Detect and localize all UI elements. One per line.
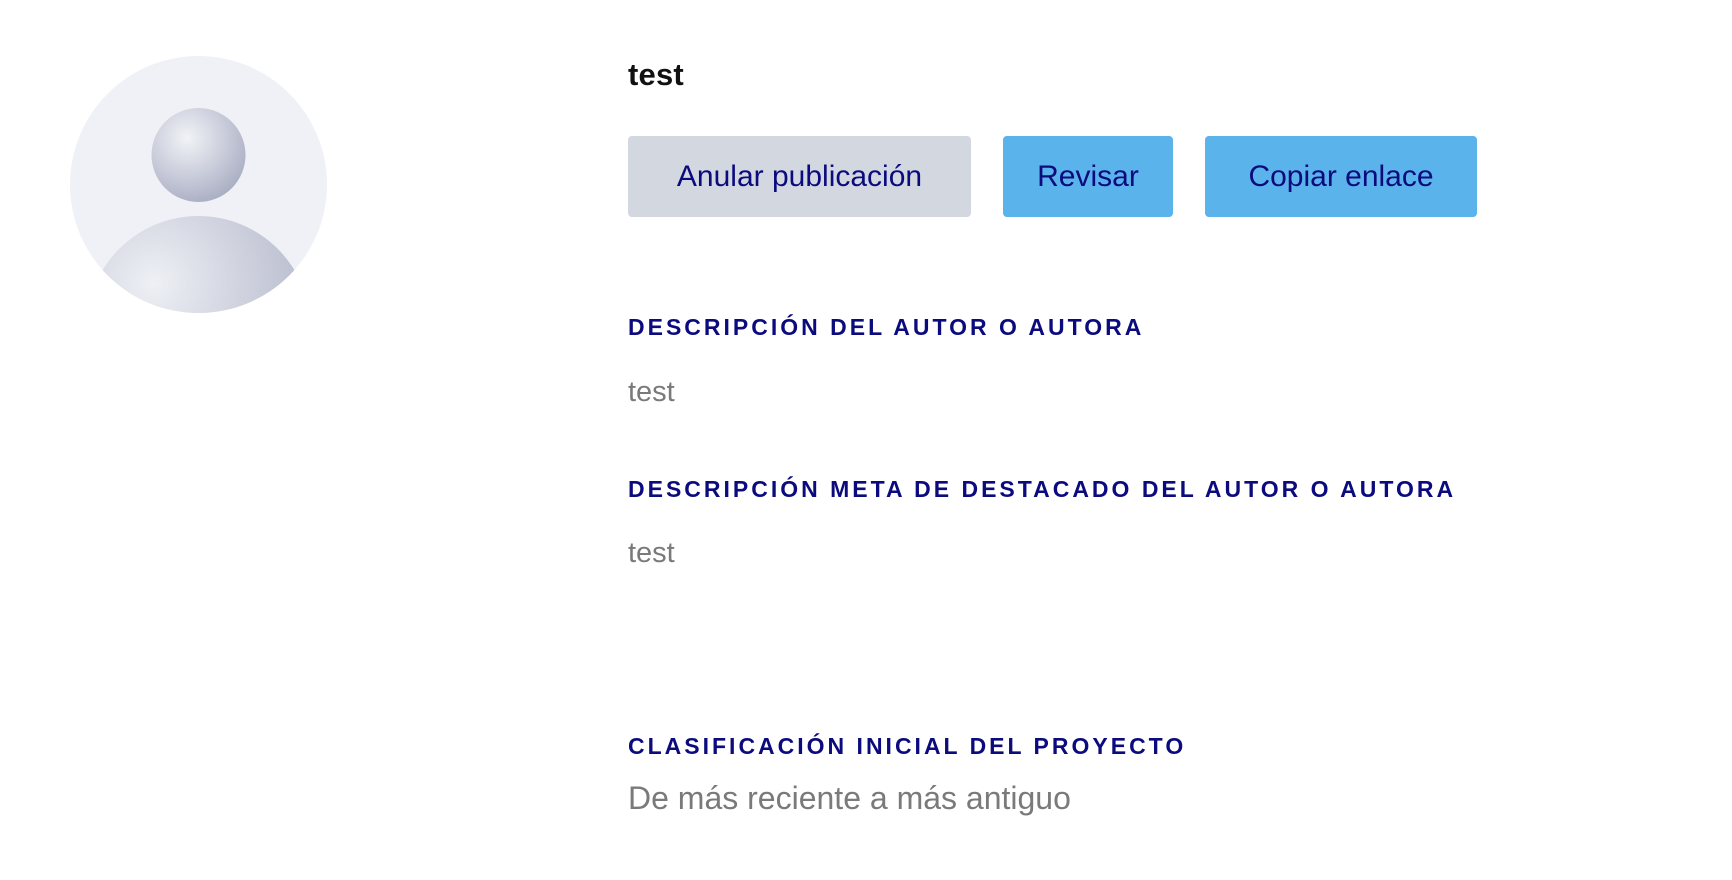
copy-link-button[interactable]: Copiar enlace [1205, 136, 1477, 217]
avatar [70, 56, 327, 313]
initial-sort-value: De más reciente a más antiguo [628, 780, 1071, 816]
featured-meta-description-label: Descripción meta de destacado del autor … [628, 476, 1457, 502]
featured-meta-description-value: test [628, 537, 675, 569]
author-description-value: test [628, 376, 675, 408]
unpublish-button[interactable]: Anular publicación [628, 136, 971, 217]
review-button[interactable]: Revisar [1003, 136, 1173, 217]
action-bar: Anular publicación Revisar Copiar enlace [628, 136, 1477, 217]
user-placeholder-icon [70, 56, 327, 313]
initial-sort-label: Clasificación inicial del proyecto [628, 733, 1187, 759]
author-name: test [628, 57, 684, 92]
author-description-label: Descripción del autor o autora [628, 314, 1145, 340]
